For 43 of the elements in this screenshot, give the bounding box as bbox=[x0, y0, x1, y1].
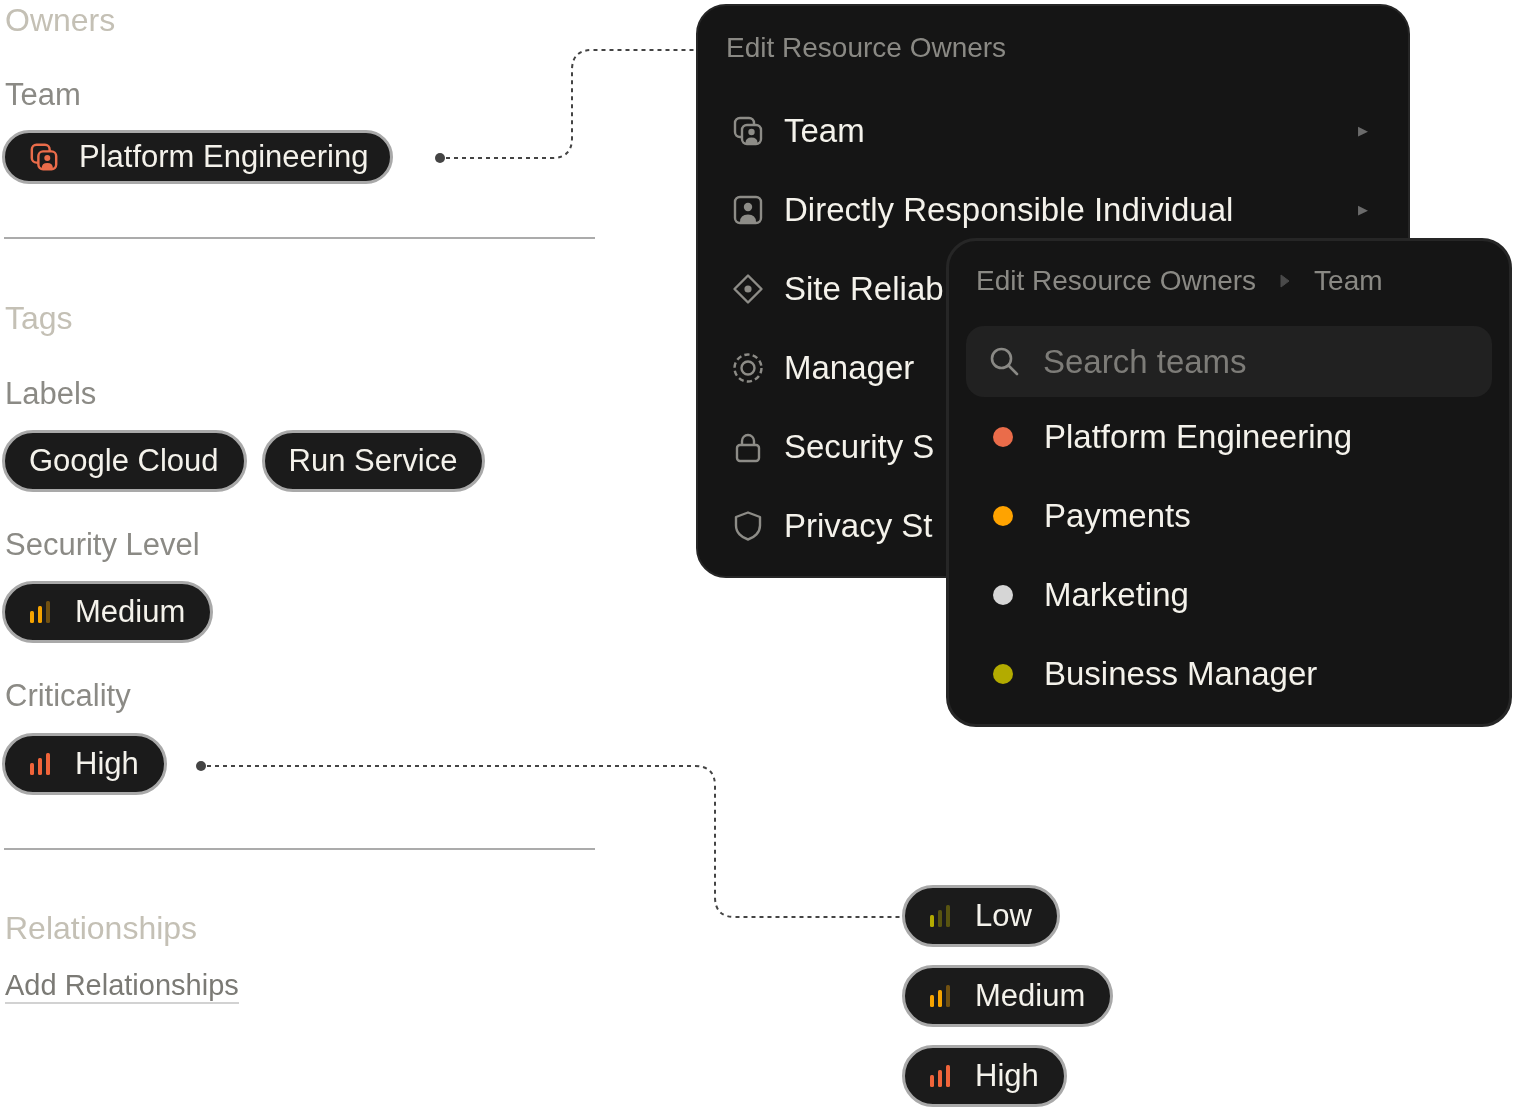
level-chip[interactable]: Medium bbox=[902, 965, 1114, 1027]
menu-title: Edit Resource Owners bbox=[726, 31, 1007, 65]
menu-item[interactable]: Directly Responsible Individual ▶ bbox=[732, 190, 1380, 230]
level-bars-icon bbox=[29, 753, 51, 775]
level-bars-icon bbox=[929, 985, 951, 1007]
menu-item[interactable]: Payments bbox=[993, 496, 1191, 536]
section-heading: Owners bbox=[5, 1, 116, 39]
level-chip[interactable]: High bbox=[2, 733, 167, 795]
search-field[interactable]: Search teams bbox=[966, 326, 1492, 397]
level-bars-icon bbox=[929, 1065, 951, 1087]
level-chip[interactable]: Medium bbox=[2, 581, 214, 643]
field-label: Labels bbox=[5, 376, 97, 412]
menu-item[interactable]: Security S bbox=[732, 427, 935, 467]
menu-item[interactable]: Marketing bbox=[993, 575, 1189, 615]
text-link[interactable]: Add Relationships bbox=[5, 968, 239, 1004]
menu-item[interactable]: Site Reliab bbox=[732, 269, 944, 309]
team-chip[interactable]: Platform Engineering bbox=[2, 130, 393, 184]
search-icon bbox=[989, 346, 1019, 376]
breadcrumb-item: Team bbox=[1314, 264, 1383, 298]
tag-chip[interactable]: Google Cloud bbox=[2, 430, 247, 492]
field-label: Security Level bbox=[5, 527, 200, 563]
field-label: Team bbox=[5, 77, 81, 113]
tag-chip[interactable]: Run Service bbox=[261, 430, 486, 492]
level-bars-icon bbox=[29, 601, 51, 623]
breadcrumb-item[interactable]: Edit Resource Owners bbox=[976, 264, 1257, 298]
shield-icon bbox=[732, 510, 764, 542]
level-chip[interactable]: High bbox=[902, 1045, 1067, 1107]
caret-right-icon bbox=[1280, 274, 1291, 288]
section-heading: Relationships bbox=[5, 909, 198, 947]
caret-right-icon: ▶ bbox=[1358, 203, 1368, 217]
level-bars-icon bbox=[929, 905, 951, 927]
caret-right-icon: ▶ bbox=[1358, 124, 1368, 138]
menu-item[interactable]: Platform Engineering bbox=[993, 417, 1353, 457]
section-heading: Tags bbox=[5, 299, 73, 337]
level-chip[interactable]: Low bbox=[902, 885, 1060, 947]
menu-item[interactable]: Manager bbox=[732, 348, 915, 388]
menu-item[interactable]: Privacy St bbox=[732, 506, 933, 546]
menu-item[interactable]: Team ▶ bbox=[732, 111, 1380, 151]
person-icon bbox=[732, 194, 764, 226]
dashed-ring-icon bbox=[732, 352, 764, 384]
field-label: Criticality bbox=[5, 678, 131, 714]
menu-item[interactable]: Business Manager bbox=[993, 654, 1318, 694]
person-cards-icon bbox=[732, 115, 764, 147]
